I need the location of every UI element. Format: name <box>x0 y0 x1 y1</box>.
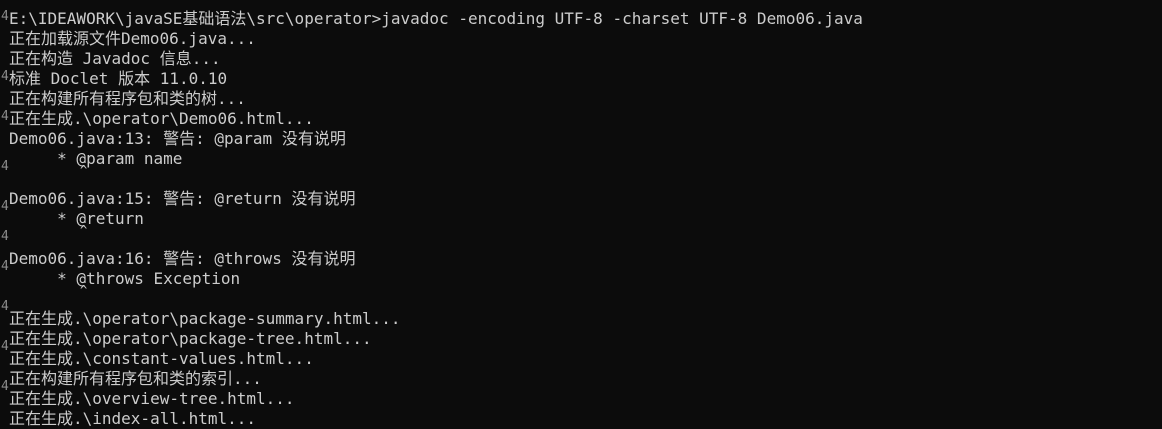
caret-marker: ^ <box>80 163 88 177</box>
output-line: 正在构建所有程序包和类的索引... <box>9 369 262 388</box>
output-line: 正在生成.\index-all.html... <box>9 409 257 428</box>
gutter-digit: 4 <box>1 9 9 24</box>
gutter-digit: 4 <box>1 109 9 124</box>
gutter-digit: 4 <box>1 299 9 314</box>
warning-source-line: * @return <box>9 209 144 228</box>
console-window[interactable]: 4 4 4 4 4 4 4 4 4 4 E:\IDEAWORK\javaSE基础… <box>0 0 1162 429</box>
console-output: E:\IDEAWORK\javaSE基础语法\src\operator>java… <box>9 9 1162 429</box>
gutter-digit: 4 <box>1 379 9 394</box>
output-line: 正在加载源文件Demo06.java... <box>9 29 256 48</box>
warning-source-line: * @param name <box>9 149 183 168</box>
output-line: 正在生成.\constant-values.html... <box>9 349 314 368</box>
output-line: 正在生成.\operator\package-summary.html... <box>9 309 401 328</box>
command-prompt-line: E:\IDEAWORK\javaSE基础语法\src\operator>java… <box>9 9 863 28</box>
output-line: 正在生成.\operator\Demo06.html... <box>9 109 314 128</box>
gutter-digit: 4 <box>1 159 9 174</box>
output-line: 正在生成.\operator\package-tree.html... <box>9 329 372 348</box>
gutter-digit: 4 <box>1 69 9 84</box>
output-line: 标准 Doclet 版本 11.0.10 <box>9 69 228 88</box>
gutter-digit: 4 <box>1 229 9 244</box>
warning-line: Demo06.java:16: 警告: @throws 没有说明 <box>9 249 356 268</box>
gutter-digit: 4 <box>1 199 9 214</box>
output-line: 正在生成.\overview-tree.html... <box>9 389 295 408</box>
caret-marker: ^ <box>80 223 88 237</box>
warning-source-line: * @throws Exception <box>9 269 241 288</box>
output-line: 正在构建所有程序包和类的树... <box>9 89 246 108</box>
warning-line: Demo06.java:13: 警告: @param 没有说明 <box>9 129 346 148</box>
output-line: 正在构造 Javadoc 信息... <box>9 49 221 68</box>
warning-line: Demo06.java:15: 警告: @return 没有说明 <box>9 189 356 208</box>
gutter-digit: 4 <box>1 339 9 354</box>
caret-marker: ^ <box>80 283 88 297</box>
gutter-digit: 4 <box>1 259 9 274</box>
